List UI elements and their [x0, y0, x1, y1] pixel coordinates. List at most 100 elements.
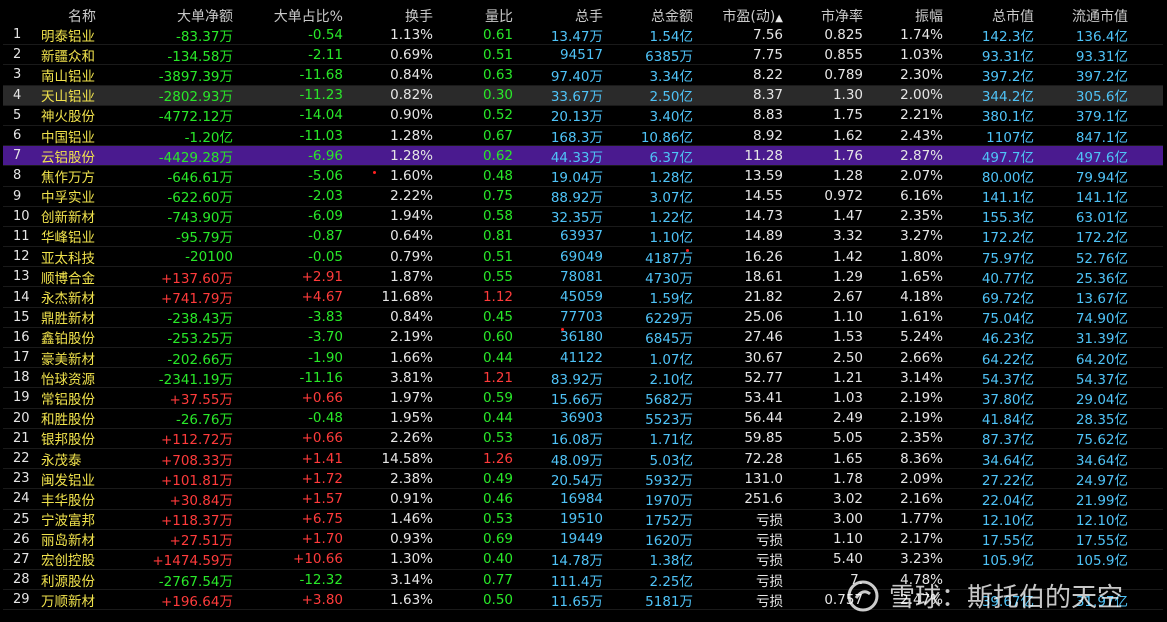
pb-ratio: 0.972 — [824, 188, 863, 205]
table-row[interactable]: 15 鼎胜新材 -238.43万 -3.83 0.84% 0.45 77703 6229万 25… — [3, 308, 1163, 328]
market-cap: 37.80亿 — [981, 391, 1034, 408]
amplitude: 2.35% — [900, 430, 943, 447]
market-cap: 34.64亿 — [981, 452, 1034, 469]
pe-ratio: 131.0 — [744, 470, 783, 487]
total-volume: 168.3万 — [550, 129, 603, 146]
net-pct: -12.32 — [299, 571, 343, 588]
turnover: 11.68% — [381, 289, 433, 306]
net-amount: -26.76万 — [175, 412, 233, 429]
pb-ratio: 1.28 — [832, 167, 863, 184]
table-row[interactable]: 19 常铝股份 +37.55万 +0.66 1.97% 0.59 15.66万 5682万 53… — [3, 388, 1163, 409]
table-row[interactable]: 7 云铝股份 -4429.28万 -6.96 1.28% 0.62 44.33万 6.37亿 1… — [3, 146, 1163, 167]
header-turnover[interactable]: 换手 — [343, 6, 433, 26]
table-row[interactable]: 20 和胜股份 -26.76万 -0.48 1.95% 0.44 36903 5523万 56.… — [3, 409, 1163, 429]
table-row[interactable]: 22 永茂泰 +708.33万 +1.41 14.58% 1.26 48.09万 5.03亿 7… — [3, 449, 1163, 470]
row-index: 26 — [13, 531, 30, 547]
header-net-pct[interactable]: 大单占比% — [233, 6, 343, 26]
header-total-volume[interactable]: 总手 — [513, 6, 603, 26]
table-row[interactable]: 18 怡球资源 -2341.19万 -11.16 3.81% 1.21 83.92万 2.10… — [3, 368, 1163, 389]
stock-name: 中孚实业 — [41, 190, 95, 207]
amplitude: 2.07% — [900, 167, 943, 184]
header-name[interactable]: 名称 — [41, 6, 123, 26]
header-float-cap[interactable]: 流通市值 — [1034, 6, 1134, 26]
table-row[interactable]: 21 银邦股份 +112.72万 +0.66 2.26% 0.53 16.08万 1.71亿 5… — [3, 429, 1163, 449]
header-total-amount[interactable]: 总金额 — [603, 6, 693, 26]
total-volume: 94517 — [560, 46, 603, 63]
volume-ratio: 0.51 — [482, 46, 513, 63]
turnover: 0.84% — [390, 309, 433, 326]
float-cap: 93.31亿 — [1075, 48, 1128, 65]
amplitude: 2.35% — [900, 208, 943, 225]
table-row[interactable]: 6 中国铝业 -1.20亿 -11.03 1.28% 0.67 168.3万 10.86亿 8.… — [3, 126, 1163, 147]
total-amount: 1.54亿 — [649, 28, 693, 45]
table-row[interactable]: 3 南山铝业 -3897.39万 -11.68 0.84% 0.63 97.40万 3.34亿… — [3, 65, 1163, 86]
pe-ratio: 30.67 — [744, 349, 783, 366]
table-row[interactable]: 2 新疆众和 -134.58万 -2.11 0.69% 0.51 94517 6385万 7.7… — [3, 45, 1163, 66]
header-market-cap[interactable]: 总市值 — [943, 6, 1034, 26]
pe-ratio: 亏损 — [756, 533, 783, 550]
table-row[interactable]: 27 宏创控股 +1474.59万 +10.66 1.30% 0.40 14.78万 1.38… — [3, 550, 1163, 571]
table-row[interactable]: 4 天山铝业 -2802.93万 -11.23 0.82% 0.30 33.67万 2.50亿… — [3, 85, 1163, 106]
total-amount: 1.07亿 — [649, 351, 693, 368]
float-cap: 52.76亿 — [1075, 250, 1128, 267]
net-pct: -0.54 — [308, 26, 343, 43]
amplitude: 2.17% — [900, 531, 943, 548]
total-amount: 3.34亿 — [649, 68, 693, 85]
market-cap: 69.72亿 — [981, 291, 1034, 308]
table-row[interactable]: 25 宁波富邦 +118.37万 +6.75 1.46% 0.53 19510 1752万 亏损… — [3, 510, 1163, 530]
net-amount: -3897.39万 — [158, 68, 233, 85]
table-row[interactable]: 23 闽发铝业 +101.81万 +1.72 2.38% 0.49 20.54万 5932万 1… — [3, 469, 1163, 490]
float-cap: 24.97亿 — [1075, 472, 1128, 489]
pb-ratio: 1.65 — [832, 450, 863, 467]
pb-ratio: 1.78 — [832, 470, 863, 487]
turnover: 0.79% — [390, 248, 433, 265]
table-row[interactable]: 17 豪美新材 -202.66万 -1.90 1.66% 0.44 41122 1.07亿 30… — [3, 348, 1163, 369]
table-row[interactable]: 5 神火股份 -4772.12万 -14.04 0.90% 0.52 20.13万 3.40亿… — [3, 106, 1163, 126]
market-cap: 141.1亿 — [981, 190, 1034, 207]
amplitude: 2.00% — [900, 87, 943, 104]
header-pb[interactable]: 市净率 — [783, 6, 863, 26]
market-cap: 40.77亿 — [981, 270, 1034, 287]
volume-ratio: 0.51 — [482, 248, 513, 265]
total-amount: 5932万 — [645, 472, 693, 489]
net-amount: +27.51万 — [169, 533, 233, 550]
table-row[interactable]: 10 创新新材 -743.90万 -6.09 1.94% 0.58 32.35万 1.22亿 1… — [3, 207, 1163, 227]
stock-name: 新疆众和 — [41, 48, 95, 65]
pb-ratio: 1.29 — [832, 268, 863, 285]
total-volume: 13.47万 — [550, 28, 603, 45]
pe-ratio: 13.59 — [744, 167, 783, 184]
market-cap: 344.2亿 — [981, 89, 1034, 106]
table-row[interactable]: 26 丽岛新材 +27.51万 +1.70 0.93% 0.69 19449 1620万 亏损 1… — [3, 530, 1163, 550]
total-volume: 16984 — [560, 490, 603, 507]
total-volume: 19449 — [560, 531, 603, 548]
net-pct: +1.41 — [301, 450, 343, 467]
turnover: 0.93% — [390, 531, 433, 548]
pb-ratio: 1.53 — [832, 329, 863, 346]
pb-ratio: 3.02 — [832, 490, 863, 507]
net-amount: -2802.93万 — [158, 89, 233, 106]
table-row[interactable]: 14 永杰新材 +741.79万 +4.67 11.68% 1.12 45059 1.59亿 2… — [3, 287, 1163, 308]
net-pct: -0.48 — [308, 410, 343, 427]
table-row[interactable]: 13 顺博合金 +137.60万 +2.91 1.87% 0.55 78081 4730万 18… — [3, 267, 1163, 288]
row-index: 13 — [13, 269, 30, 285]
header-pe[interactable]: 市盈(动)▲ — [693, 6, 783, 26]
header-volume-ratio[interactable]: 量比 — [433, 6, 513, 26]
stock-name: 神火股份 — [41, 109, 95, 126]
table-row[interactable]: 12 亚太科技 -20100 -0.05 0.79% 0.51 69049 4187万 16.2… — [3, 247, 1163, 268]
stock-name: 利源股份 — [41, 573, 95, 590]
row-index: 15 — [13, 309, 30, 325]
table-row[interactable]: 24 丰华股份 +30.84万 +1.57 0.91% 0.46 16984 1970万 251… — [3, 489, 1163, 510]
pe-ratio: 27.46 — [744, 329, 783, 346]
table-row[interactable]: 8 焦作万方 -646.61万 -5.06 1.60% 0.48 19.04万 1.28亿 13… — [3, 166, 1163, 187]
table-row[interactable]: 11 华峰铝业 -95.79万 -0.87 0.64% 0.81 63937 1.10亿 14.… — [3, 227, 1163, 248]
header-amplitude[interactable]: 振幅 — [863, 6, 943, 26]
table-row[interactable]: 16 鑫铂股份 -253.25万 -3.70 2.19% 0.60 36180 6845万 27… — [3, 328, 1163, 348]
volume-ratio: 0.53 — [482, 511, 513, 528]
table-row[interactable]: 9 中孚实业 -622.60万 -2.03 2.22% 0.75 88.92万 3.07亿 14… — [3, 187, 1163, 207]
row-index: 6 — [13, 128, 22, 144]
row-index: 16 — [13, 329, 30, 345]
header-net-amount[interactable]: 大单净额 — [123, 6, 233, 26]
market-cap: 75.97亿 — [981, 250, 1034, 267]
float-cap: 29.04亿 — [1075, 391, 1128, 408]
table-row[interactable]: 1 明泰铝业 -83.37万 -0.54 1.13% 0.61 13.47万 1.54亿 7.5… — [3, 25, 1163, 46]
